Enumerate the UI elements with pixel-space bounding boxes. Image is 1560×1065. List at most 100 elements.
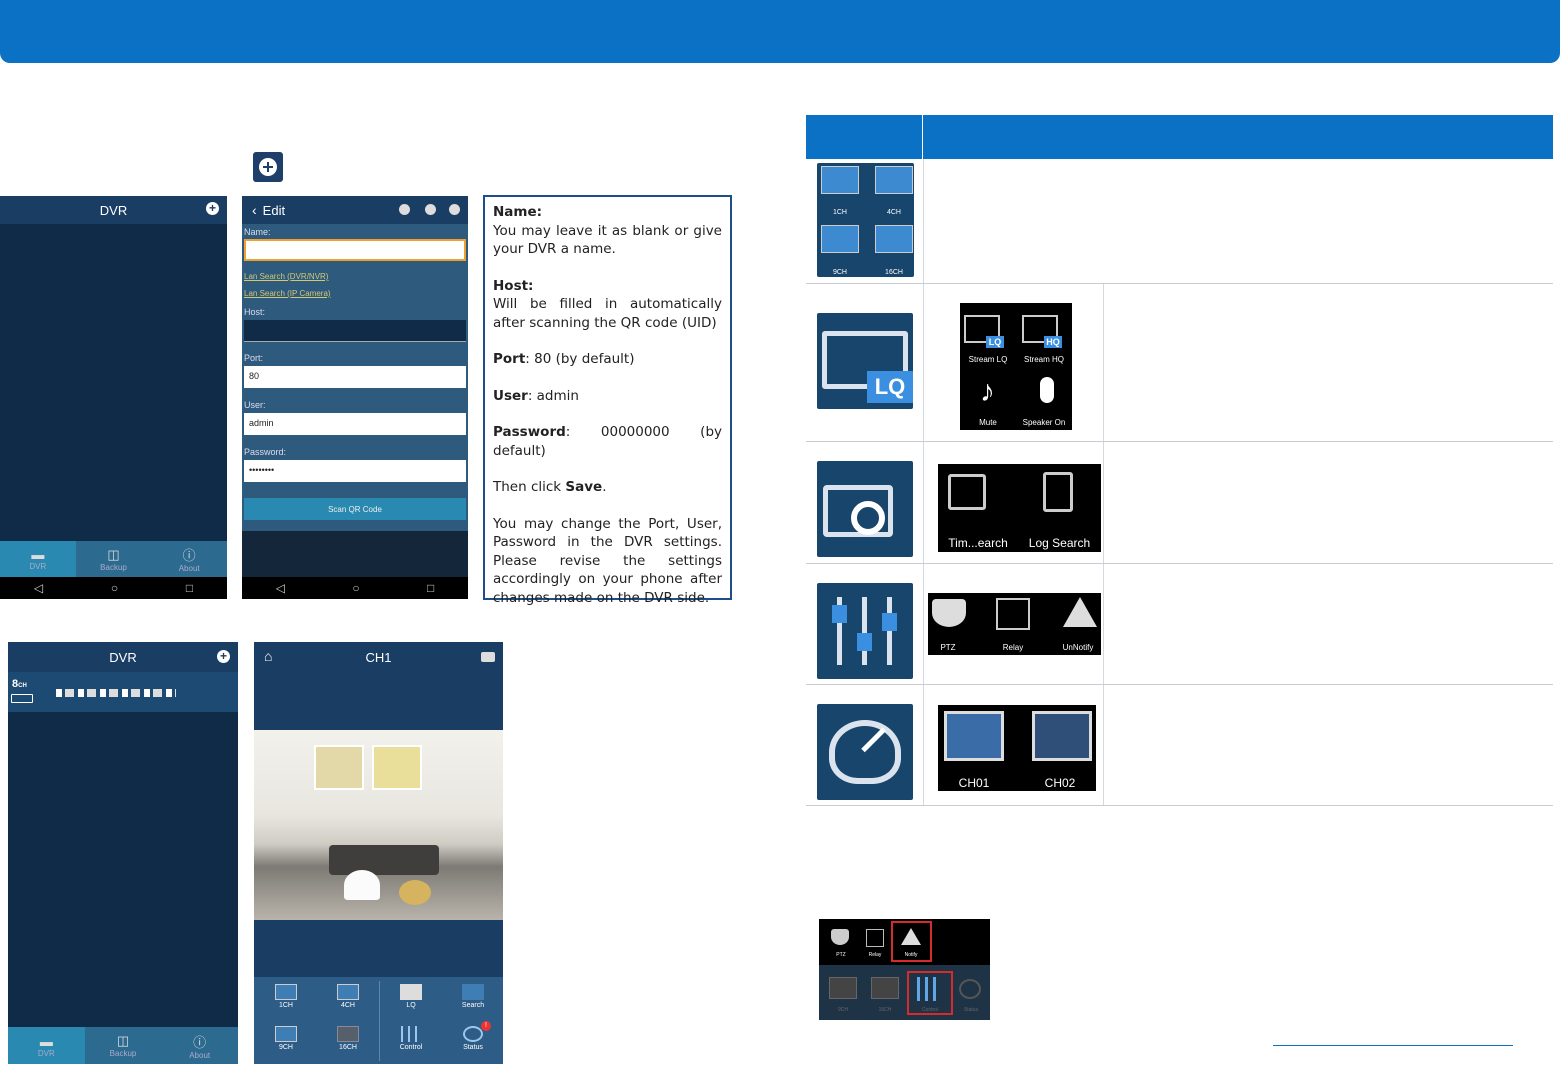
monitor-1ch-icon: [275, 984, 297, 1000]
dvr-icon: ▬: [31, 547, 45, 562]
android-nav-bar: ◁ ○ □: [242, 577, 468, 599]
gauge-icon: [959, 979, 981, 999]
dvr-icon: ▬: [39, 1033, 53, 1049]
btn-control[interactable]: Control: [387, 1023, 435, 1061]
monitor-16ch-icon: [337, 1026, 359, 1042]
dvr-header: DVR +: [8, 642, 238, 672]
time-search-icon: [948, 474, 986, 510]
refresh-icon[interactable]: [425, 204, 436, 215]
live-header: ⌂ CH1: [254, 642, 503, 672]
stream-lq-icon: [400, 984, 422, 1000]
name-text: You may leave it as blank or give your D…: [493, 222, 722, 258]
channel-monitor-icons: CH01 CH02: [938, 705, 1096, 791]
home-nav-icon[interactable]: ○: [352, 581, 359, 595]
screenshot-dvr-empty: DVR + ▬ DVR ◫ Backup ⓘ About ◁ ○ □: [0, 196, 227, 599]
dvr-device-icon: [11, 694, 33, 703]
tab-dvr[interactable]: ▬ DVR: [0, 541, 76, 577]
sliders-icon: [917, 977, 941, 1001]
search-folder-icon: [817, 461, 913, 557]
port-text: : 80 (by default): [525, 351, 635, 367]
host-label: Host:: [244, 307, 266, 317]
add-icon[interactable]: +: [217, 650, 230, 663]
tab-about[interactable]: ⓘ About: [161, 1027, 238, 1064]
bottom-tabs: ▬ DVR ◫ Backup ⓘ About: [0, 541, 227, 577]
android-nav-bar: ◁ ○ □: [0, 577, 227, 599]
host-field[interactable]: [244, 320, 466, 342]
user-label: User:: [244, 400, 266, 410]
mute-icon: ♪: [980, 375, 995, 408]
add-icon[interactable]: +: [206, 202, 219, 215]
tab-backup[interactable]: ◫ Backup: [76, 541, 152, 577]
name-label: Name:: [244, 227, 271, 237]
password-field[interactable]: ••••••••: [244, 460, 466, 482]
lan-search-ip-link[interactable]: Lan Search (IP Camera): [244, 289, 331, 298]
btn-status[interactable]: Status!: [449, 1021, 497, 1061]
microphone-icon: [1040, 377, 1054, 403]
backup-icon: ◫: [116, 1033, 130, 1048]
tab-backup[interactable]: ◫ Backup: [85, 1027, 162, 1064]
back-nav-icon[interactable]: ◁: [34, 581, 43, 595]
notify-screenshot: PTZ Relay Notify 9CH 16CH Control Status: [819, 919, 990, 1020]
screenshot-live-view: ⌂ CH1 1CH 4CH LQ Search 9CH 16CH Control…: [254, 642, 503, 1064]
user-text: : admin: [527, 387, 579, 404]
channel-title: CH1: [365, 649, 392, 665]
dvr-header: DVR +: [0, 196, 227, 224]
port-field[interactable]: 80: [244, 366, 466, 388]
log-search-icon: [1043, 472, 1073, 512]
status-alert-badge: !: [481, 1021, 491, 1031]
btn-lq[interactable]: LQ: [387, 981, 435, 1019]
stream-mute-icons: LQ HQ Stream LQ Stream HQ ♪ Mute Speaker…: [960, 303, 1072, 430]
search-icons: Tim...earch Log Search: [938, 464, 1101, 552]
btn-1ch[interactable]: 1CH: [262, 981, 310, 1019]
sliders-icon: [401, 1026, 421, 1042]
change-text: You may change the Port, User, Password …: [493, 515, 722, 606]
table-row: Tim...earch Log Search: [806, 442, 1553, 564]
tab-about[interactable]: ⓘ About: [151, 541, 227, 577]
screenshot-edit: ‹ Edit Name: Lan Search (DVR/NVR) Lan Se…: [242, 196, 468, 599]
name-field[interactable]: [244, 239, 466, 261]
tab-dvr[interactable]: ▬ DVR: [8, 1027, 85, 1064]
btn-16ch[interactable]: 16CH: [324, 1023, 372, 1061]
recent-nav-icon[interactable]: □: [186, 581, 193, 595]
camera-icon[interactable]: [481, 652, 495, 662]
port-heading: Port: [493, 351, 526, 367]
ptz-camera-icon: [932, 599, 966, 627]
instructions-note: Name: You may leave it as blank or give y…: [483, 195, 732, 606]
add-device-icon: [253, 152, 283, 182]
artwork: [314, 745, 364, 790]
home-icon[interactable]: ⌂: [264, 648, 272, 664]
table-row: LQ LQ HQ Stream LQ Stream HQ ♪ Mute Spea…: [806, 284, 1553, 442]
edit-header: ‹ Edit: [242, 196, 468, 224]
stream-hq-badge: HQ: [1044, 336, 1062, 348]
recent-nav-icon[interactable]: □: [427, 581, 434, 595]
table-row: PTZ Relay UnNotify: [806, 564, 1553, 685]
scan-qr-button[interactable]: Scan QR Code: [244, 498, 466, 520]
warning-triangle-icon: [1063, 597, 1097, 627]
control-icons: PTZ Relay UnNotify: [928, 593, 1101, 655]
btn-4ch[interactable]: 4CH: [324, 981, 372, 1019]
gauge-icon: [463, 1026, 483, 1042]
warning-triangle-icon: [901, 928, 921, 945]
user-field[interactable]: admin: [244, 413, 466, 435]
back-chevron-icon[interactable]: ‹: [252, 202, 257, 218]
sliders-icon: [817, 583, 913, 679]
edit-title: Edit: [262, 202, 286, 218]
host-text: Will be filled in automatically after sc…: [493, 296, 722, 331]
monitor-9ch-icon: [275, 1026, 297, 1042]
monitor-4ch-icon: [337, 984, 359, 1000]
back-nav-icon[interactable]: ◁: [276, 581, 285, 595]
user-heading: User: [493, 387, 528, 404]
home-nav-icon[interactable]: ○: [111, 581, 118, 595]
device-row[interactable]: 8CH: [8, 672, 238, 712]
link-underline[interactable]: [1273, 1045, 1513, 1046]
check-icon[interactable]: [449, 204, 460, 215]
lan-search-dvr-link[interactable]: Lan Search (DVR/NVR): [244, 272, 328, 281]
password-heading: Password: [493, 424, 566, 440]
btn-search[interactable]: Search: [449, 981, 497, 1019]
monitor-16ch-icon: [871, 977, 899, 999]
bottom-tabs: ▬ DVR ◫ Backup ⓘ About: [8, 1027, 238, 1064]
live-video-frame[interactable]: [254, 730, 503, 920]
btn-9ch[interactable]: 9CH: [262, 1023, 310, 1061]
host-heading: Host:: [493, 277, 534, 294]
close-icon[interactable]: [399, 204, 410, 215]
